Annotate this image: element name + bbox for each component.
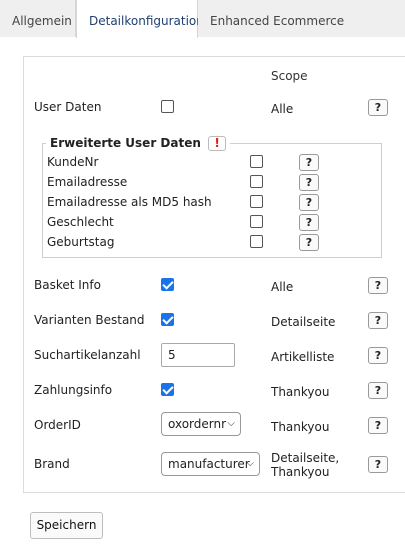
user-daten-label: User Daten bbox=[34, 100, 102, 114]
emailadresse-checkbox[interactable] bbox=[250, 175, 263, 188]
varianten-bestand-label: Varianten Bestand bbox=[34, 313, 145, 327]
help-button[interactable]: ? bbox=[299, 194, 319, 211]
brand-scope-line2: Thankyou bbox=[271, 465, 330, 479]
orderid-scope: Thankyou bbox=[271, 420, 330, 434]
varianten-bestand-scope: Detailseite bbox=[271, 315, 336, 329]
chevron-down-icon: ⌵ bbox=[246, 458, 254, 469]
zahlungsinfo-label: Zahlungsinfo bbox=[34, 383, 113, 397]
kundenr-label: KundeNr bbox=[47, 155, 99, 169]
tab-allgemein[interactable]: Allgemein bbox=[0, 0, 76, 37]
brand-label: Brand bbox=[34, 457, 70, 471]
tab-bar: Allgemein Detailkonfiguration Enhanced E… bbox=[0, 0, 405, 38]
warning-icon[interactable]: ! bbox=[208, 136, 227, 151]
brand-scope: Detailseite, Thankyou bbox=[271, 451, 339, 479]
suchartikelanzahl-input[interactable]: 5 bbox=[161, 343, 235, 367]
tab-enhanced-ecommerce[interactable]: Enhanced Ecommerce bbox=[198, 0, 405, 37]
erweiterte-title: Erweiterte User Daten bbox=[50, 136, 201, 150]
geburtstag-checkbox[interactable] bbox=[250, 235, 263, 248]
erweiterte-legend: Erweiterte User Daten ! bbox=[46, 134, 231, 152]
help-button[interactable]: ? bbox=[368, 277, 388, 294]
user-daten-scope: Alle bbox=[271, 102, 294, 116]
geburtstag-label: Geburtstag bbox=[47, 235, 115, 249]
varianten-bestand-checkbox[interactable] bbox=[161, 313, 174, 326]
settings-panel: Scope User Daten Alle ? Erweiterte User … bbox=[23, 56, 405, 493]
emailadresse-label: Emailadresse bbox=[47, 175, 128, 189]
kundenr-checkbox[interactable] bbox=[250, 155, 263, 168]
help-button[interactable]: ? bbox=[368, 347, 388, 364]
tab-detailkonfiguration[interactable]: Detailkonfiguration bbox=[76, 0, 204, 38]
help-button[interactable]: ? bbox=[368, 456, 388, 473]
geschlecht-checkbox[interactable] bbox=[250, 215, 263, 228]
help-button[interactable]: ? bbox=[368, 312, 388, 329]
help-button[interactable]: ? bbox=[299, 154, 319, 171]
chevron-down-icon: ⌵ bbox=[227, 418, 235, 429]
help-button[interactable]: ? bbox=[299, 174, 319, 191]
help-button[interactable]: ? bbox=[368, 417, 388, 434]
basket-info-scope: Alle bbox=[271, 280, 294, 294]
scope-header: Scope bbox=[271, 69, 308, 83]
zahlungsinfo-checkbox[interactable] bbox=[161, 383, 174, 396]
user-daten-checkbox[interactable] bbox=[161, 100, 174, 113]
basket-info-checkbox[interactable] bbox=[161, 278, 174, 291]
help-button[interactable]: ? bbox=[299, 214, 319, 231]
save-button[interactable]: Speichern bbox=[30, 512, 103, 539]
zahlungsinfo-scope: Thankyou bbox=[271, 385, 330, 399]
brand-select[interactable]: manufacturer ⌵ bbox=[161, 452, 260, 476]
orderid-label: OrderID bbox=[34, 418, 81, 432]
basket-info-label: Basket Info bbox=[34, 278, 101, 292]
help-button[interactable]: ? bbox=[368, 99, 388, 116]
suchartikelanzahl-scope: Artikelliste bbox=[271, 350, 335, 364]
orderid-select[interactable]: oxordernr ⌵ bbox=[161, 412, 241, 436]
help-button[interactable]: ? bbox=[299, 234, 319, 251]
brand-scope-line1: Detailseite, bbox=[271, 451, 340, 465]
brand-selected-value: manufacturer bbox=[168, 457, 250, 471]
emailadresse-md5-label: Emailadresse als MD5 hash bbox=[47, 195, 212, 209]
orderid-selected-value: oxordernr bbox=[168, 417, 227, 431]
geschlecht-label: Geschlecht bbox=[47, 215, 114, 229]
help-button[interactable]: ? bbox=[368, 382, 388, 399]
suchartikelanzahl-label: Suchartikelanzahl bbox=[34, 348, 141, 362]
emailadresse-md5-checkbox[interactable] bbox=[250, 195, 263, 208]
